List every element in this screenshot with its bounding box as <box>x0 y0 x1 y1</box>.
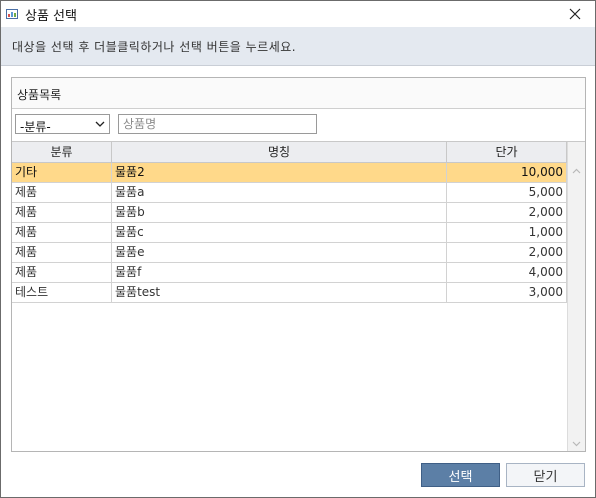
cell-name: 물품c <box>112 223 447 242</box>
grid-header: 분류 명칭 단가 <box>12 142 567 163</box>
product-list-panel: 상품목록 -분류- 분류 명칭 단가 기타 물품2 10,000 <box>11 77 586 452</box>
chevron-down-icon <box>95 121 105 127</box>
select-button[interactable]: 선택 <box>421 463 500 487</box>
window-title: 상품 선택 <box>25 9 77 24</box>
close-button[interactable]: 닫기 <box>506 463 585 487</box>
column-header-category[interactable]: 분류 <box>12 142 112 162</box>
chart-icon <box>6 8 18 19</box>
cell-price: 4,000 <box>447 263 567 282</box>
cell-name: 물품test <box>112 283 447 302</box>
table-row[interactable]: 제품 물품a 5,000 <box>12 183 567 203</box>
cell-category: 제품 <box>12 263 112 282</box>
product-name-search-input[interactable] <box>118 114 317 134</box>
cell-price: 3,000 <box>447 283 567 302</box>
table-row[interactable]: 제품 물품f 4,000 <box>12 263 567 283</box>
table-row[interactable]: 테스트 물품test 3,000 <box>12 283 567 303</box>
product-grid: 분류 명칭 단가 기타 물품2 10,000 제품 물품a 5,000 제품 물… <box>12 141 585 452</box>
cell-name: 물품a <box>112 183 447 202</box>
scroll-up-icon[interactable] <box>572 168 581 174</box>
instruction-banner: 대상을 선택 후 더블클릭하거나 선택 버튼을 누르세요. <box>1 27 595 66</box>
scroll-down-icon[interactable] <box>572 441 581 447</box>
cell-price: 10,000 <box>447 163 567 182</box>
product-select-dialog: 상품 선택 대상을 선택 후 더블클릭하거나 선택 버튼을 누르세요. 상품목록… <box>0 0 596 498</box>
cell-name: 물품f <box>112 263 447 282</box>
table-row[interactable]: 기타 물품2 10,000 <box>12 163 567 183</box>
cell-price: 1,000 <box>447 223 567 242</box>
cell-price: 5,000 <box>447 183 567 202</box>
cell-price: 2,000 <box>447 243 567 262</box>
category-select[interactable]: -분류- <box>15 114 110 134</box>
instruction-text: 대상을 선택 후 더블클릭하거나 선택 버튼을 누르세요. <box>12 40 297 54</box>
grid-rows: 기타 물품2 10,000 제품 물품a 5,000 제품 물품b 2,000 … <box>12 163 567 303</box>
cell-category: 제품 <box>12 203 112 222</box>
close-window-button[interactable] <box>555 1 595 27</box>
cell-name: 물품e <box>112 243 447 262</box>
panel-title: 상품목록 <box>17 88 62 102</box>
table-row[interactable]: 제품 물품e 2,000 <box>12 243 567 263</box>
cell-name: 물품b <box>112 203 447 222</box>
table-row[interactable]: 제품 물품c 1,000 <box>12 223 567 243</box>
close-icon <box>569 8 581 20</box>
cell-price: 2,000 <box>447 203 567 222</box>
table-row[interactable]: 제품 물품b 2,000 <box>12 203 567 223</box>
column-header-name[interactable]: 명칭 <box>112 142 447 162</box>
cell-category: 제품 <box>12 183 112 202</box>
column-header-price[interactable]: 단가 <box>447 142 567 162</box>
vertical-scrollbar[interactable] <box>567 142 585 451</box>
category-select-value: -분류- <box>20 120 51 134</box>
cell-name: 물품2 <box>112 163 447 182</box>
cell-category: 기타 <box>12 163 112 182</box>
title-bar: 상품 선택 <box>1 1 595 27</box>
cell-category: 제품 <box>12 243 112 262</box>
panel-header: 상품목록 <box>12 78 585 109</box>
cell-category: 테스트 <box>12 283 112 302</box>
cell-category: 제품 <box>12 223 112 242</box>
